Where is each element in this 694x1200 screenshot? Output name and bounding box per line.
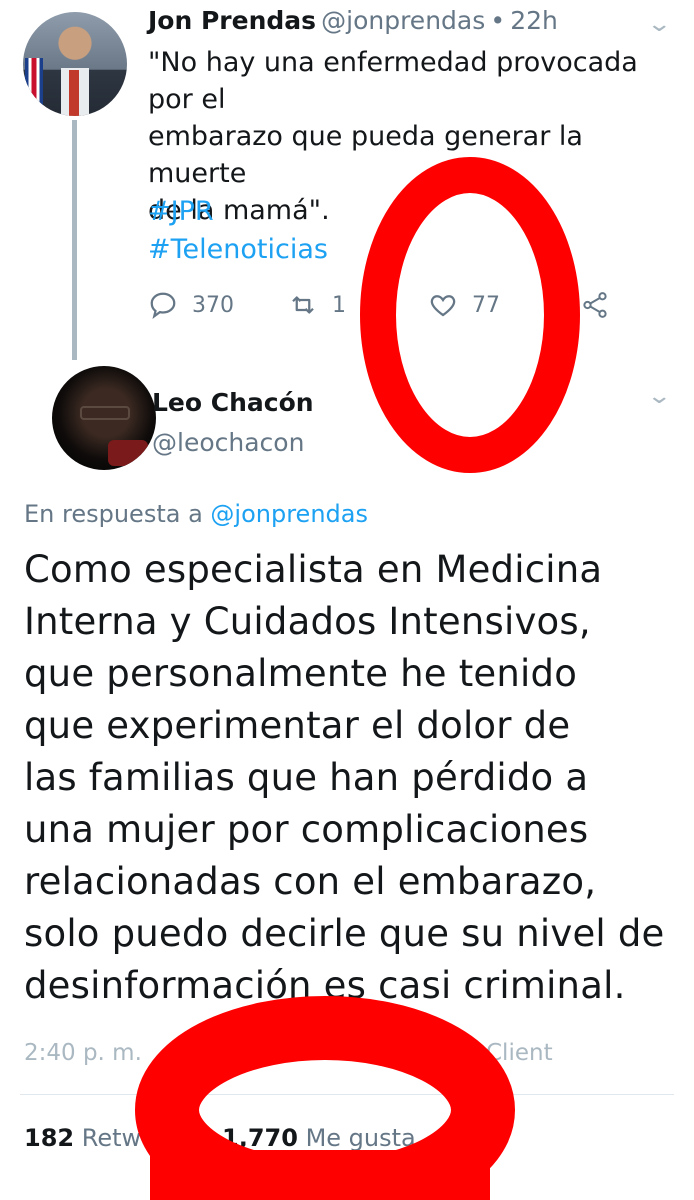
red-scribble-fill (150, 1150, 490, 1200)
red-annotation-layer (135, 157, 580, 1200)
red-circle-annotation (360, 157, 580, 473)
